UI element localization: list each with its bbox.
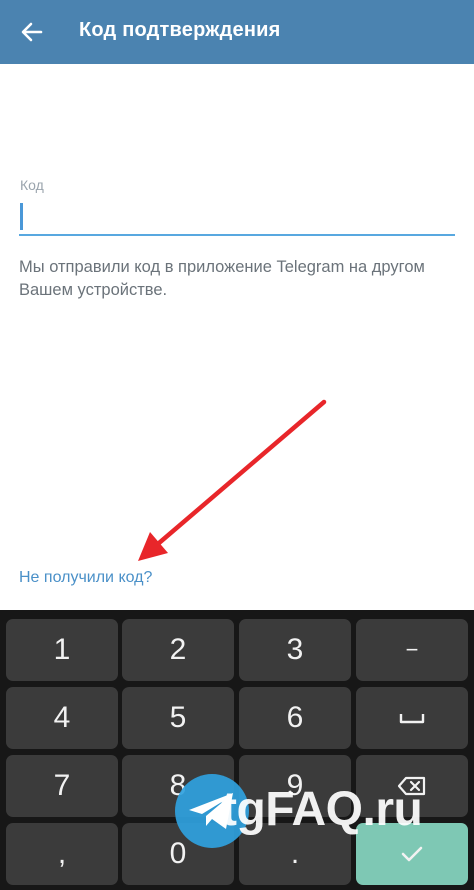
key-4[interactable]: 4: [6, 687, 118, 749]
key-6[interactable]: 6: [239, 687, 351, 749]
key-done[interactable]: [356, 823, 468, 885]
numeric-keyboard: 1 2 3 − 4 5 6 7 8 9 , 0 .: [0, 610, 474, 890]
key-period[interactable]: .: [239, 823, 351, 885]
key-space[interactable]: [356, 687, 468, 749]
page-title: Код подтверждения: [79, 19, 281, 41]
backspace-icon: [397, 776, 426, 796]
key-backspace[interactable]: [356, 755, 468, 817]
resend-code-link[interactable]: Не получили код?: [19, 569, 152, 587]
key-1[interactable]: 1: [6, 619, 118, 681]
app-bar: Код подтверждения: [0, 0, 474, 64]
key-7[interactable]: 7: [6, 755, 118, 817]
info-text: Мы отправили код в приложение Telegram н…: [19, 258, 425, 299]
key-2[interactable]: 2: [122, 619, 234, 681]
code-label: Код: [20, 177, 44, 193]
key-0[interactable]: 0: [122, 823, 234, 885]
key-8[interactable]: 8: [122, 755, 234, 817]
text-caret: [20, 203, 23, 230]
key-comma[interactable]: ,: [6, 823, 118, 885]
back-button[interactable]: [14, 14, 50, 50]
space-icon: [399, 714, 425, 724]
key-minus[interactable]: −: [356, 619, 468, 681]
key-9[interactable]: 9: [239, 755, 351, 817]
arrow-left-icon: [21, 22, 43, 42]
key-5[interactable]: 5: [122, 687, 234, 749]
check-icon: [401, 846, 423, 862]
code-input[interactable]: [19, 196, 455, 236]
key-3[interactable]: 3: [239, 619, 351, 681]
